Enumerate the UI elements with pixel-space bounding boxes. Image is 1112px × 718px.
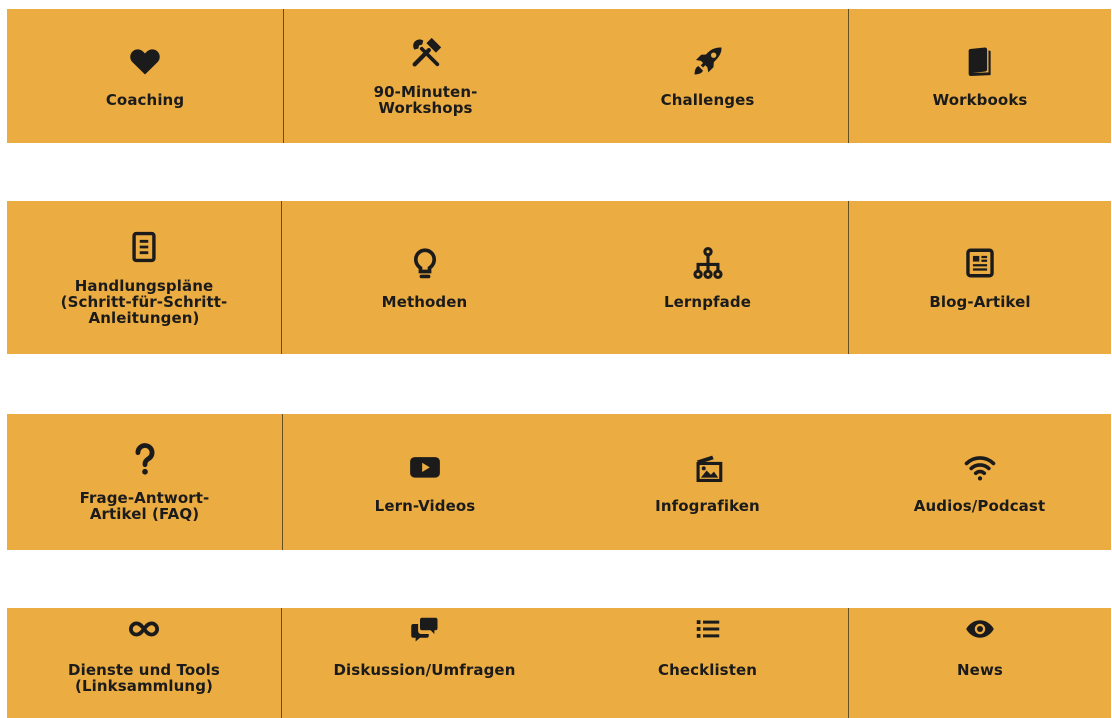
images-icon	[691, 450, 725, 484]
tile-frage-antwort-artikel[interactable]: Frage-Antwort- Artikel (FAQ)	[7, 414, 282, 550]
tile-label: Audios/Podcast	[913, 497, 1046, 515]
tile-90-minuten-workshops[interactable]: 90-Minuten- Workshops	[284, 9, 567, 143]
eye-icon	[965, 614, 995, 644]
tile-news[interactable]: News	[849, 608, 1111, 718]
heart-icon	[128, 44, 162, 78]
row-2: Handlungspläne (Schritt-für-Schritt- Anl…	[7, 201, 1111, 354]
tile-label: Checklisten	[657, 661, 758, 679]
tile-workbooks[interactable]: Workbooks	[849, 9, 1111, 143]
document-icon	[127, 230, 161, 264]
tile-challenges[interactable]: Challenges	[567, 9, 848, 143]
row-3: Frage-Antwort- Artikel (FAQ) Lern-Videos…	[7, 414, 1111, 550]
comments-icon	[410, 614, 440, 644]
tile-coaching[interactable]: Coaching	[7, 9, 283, 143]
tile-infografiken[interactable]: Infografiken	[567, 414, 848, 550]
infinity-icon	[129, 614, 159, 644]
tile-audios-podcast[interactable]: Audios/Podcast	[848, 414, 1111, 550]
tile-dienste-und-tools[interactable]: Dienste und Tools (Linksammlung)	[7, 608, 281, 718]
sitemap-icon	[691, 246, 725, 280]
row-4: Dienste und Tools (Linksammlung) Diskuss…	[7, 608, 1111, 718]
tile-label: Handlungspläne (Schritt-für-Schritt- Anl…	[60, 276, 228, 327]
wifi-icon	[963, 450, 997, 484]
tile-blog-artikel[interactable]: Blog-Artikel	[849, 201, 1111, 354]
tile-label: Coaching	[105, 91, 185, 109]
row-1: Coaching 90-Minuten- Workshops Challenge…	[7, 9, 1111, 143]
tile-label: Lern-Videos	[374, 497, 476, 515]
tile-label: Methoden	[381, 292, 468, 311]
newspaper-icon	[963, 246, 997, 280]
tile-label: 90-Minuten- Workshops	[373, 83, 478, 117]
tile-lern-videos[interactable]: Lern-Videos	[283, 414, 567, 550]
book-icon	[963, 44, 997, 78]
tile-label: Workbooks	[932, 91, 1028, 109]
list-icon	[693, 614, 723, 644]
tile-lernpfade[interactable]: Lernpfade	[567, 201, 848, 354]
tools-icon	[409, 36, 443, 70]
tile-diskussion-umfragen[interactable]: Diskussion/Umfragen	[282, 608, 567, 718]
tile-handlungsplaene[interactable]: Handlungspläne (Schritt-für-Schritt- Anl…	[7, 201, 281, 354]
tile-label: Lernpfade	[663, 292, 751, 311]
tile-label: Dienste und Tools (Linksammlung)	[68, 661, 220, 695]
rocket-icon	[691, 44, 725, 78]
tile-label: Diskussion/Umfragen	[333, 661, 516, 679]
tile-label: Challenges	[660, 91, 755, 109]
tile-label: Frage-Antwort- Artikel (FAQ)	[79, 489, 210, 523]
tile-methoden[interactable]: Methoden	[282, 201, 567, 354]
tile-checklisten[interactable]: Checklisten	[567, 608, 848, 718]
tile-label: Blog-Artikel	[929, 292, 1031, 311]
question-icon	[128, 442, 162, 476]
tile-label: News	[957, 661, 1003, 679]
lightbulb-icon	[408, 246, 442, 280]
tile-label: Infografiken	[655, 497, 760, 515]
video-play-icon	[408, 450, 442, 484]
